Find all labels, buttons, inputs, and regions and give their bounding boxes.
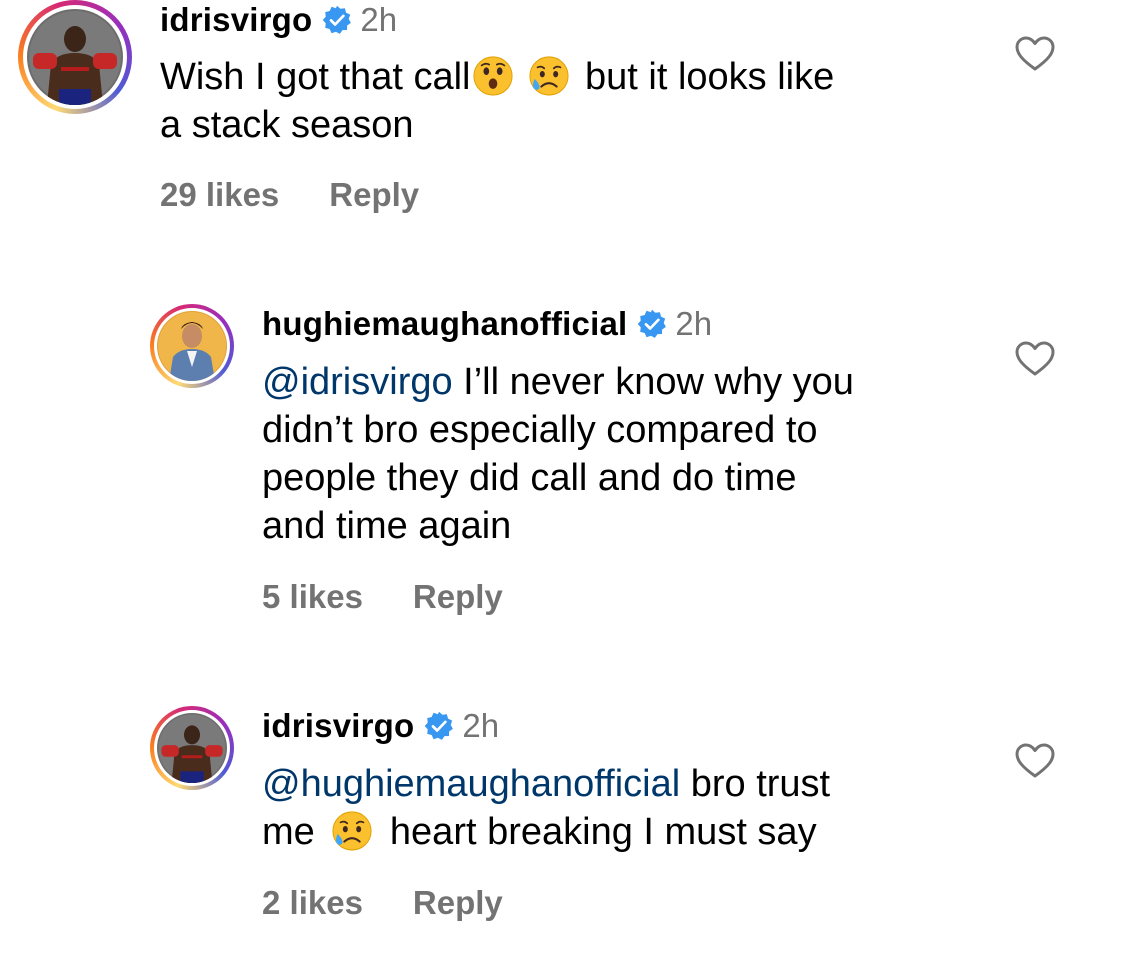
likes-count[interactable]: 2 likes [262, 884, 363, 922]
reply-button[interactable]: Reply [413, 578, 503, 616]
comment-text: Wish I got that call but it looks like a… [160, 55, 835, 146]
avatar[interactable] [150, 304, 234, 388]
avatar-photo [157, 713, 227, 783]
hushed-face-icon [472, 55, 514, 97]
username[interactable]: idrisvirgo [262, 707, 414, 745]
avatar[interactable] [18, 0, 132, 114]
verified-badge-icon [637, 309, 667, 339]
timestamp: 2h [675, 305, 713, 342]
timestamp: 2h [462, 707, 500, 744]
avatar-photo [27, 9, 123, 105]
avatar[interactable] [150, 706, 234, 790]
verified-badge-icon [322, 5, 352, 35]
sad-relieved-face-icon [331, 810, 373, 852]
likes-count[interactable]: 29 likes [160, 176, 279, 214]
reply-button[interactable]: Reply [413, 884, 503, 922]
sad-relieved-face-icon [528, 55, 570, 97]
likes-count[interactable]: 5 likes [262, 578, 363, 616]
mention-link[interactable]: @idrisvirgo [262, 361, 453, 403]
mention-link[interactable]: @hughiemaughanofficial [262, 763, 680, 805]
timestamp: 2h [360, 1, 398, 38]
verified-badge-icon [424, 711, 454, 741]
username[interactable]: idrisvirgo [160, 1, 312, 39]
comment-text: @idrisvirgo I’ll never know why you didn… [262, 361, 854, 547]
avatar-photo [157, 311, 227, 381]
username[interactable]: hughiemaughanofficial [262, 305, 627, 343]
heart-outline-icon[interactable] [1015, 743, 1055, 779]
comment-text: @hughiemaughanofficial bro trust me hear… [262, 763, 831, 853]
reply-button[interactable]: Reply [329, 176, 419, 214]
heart-outline-icon[interactable] [1015, 36, 1055, 72]
heart-outline-icon[interactable] [1015, 341, 1055, 377]
